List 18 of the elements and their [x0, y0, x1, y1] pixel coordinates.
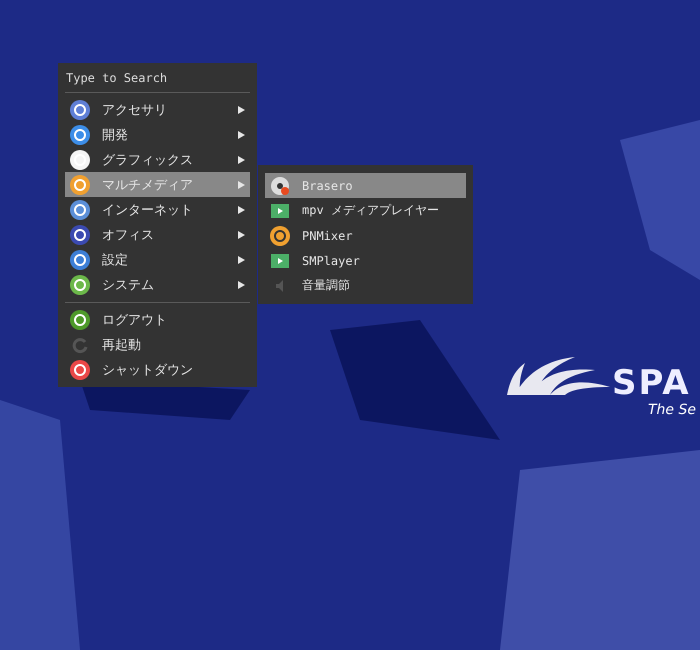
- menu-item[interactable]: PNMixer: [265, 223, 466, 248]
- search-field[interactable]: Type to Search: [65, 68, 250, 88]
- menu-item[interactable]: シャットダウン: [65, 357, 250, 382]
- menu-item[interactable]: 開発: [65, 122, 250, 147]
- tagline-text: The Se: [648, 402, 696, 418]
- menu-item[interactable]: グラフィックス: [65, 147, 250, 172]
- menu-item[interactable]: 設定: [65, 247, 250, 272]
- menu-item[interactable]: mpv メディアプレイヤー: [265, 198, 466, 223]
- menu-item[interactable]: アクセサリ: [65, 97, 250, 122]
- menu-item[interactable]: オフィス: [65, 222, 250, 247]
- menu-item[interactable]: ログアウト: [65, 307, 250, 332]
- menu-item[interactable]: SMPlayer: [265, 248, 466, 273]
- disc-icon: [270, 176, 290, 196]
- logo-text: SPA: [612, 363, 691, 403]
- menu-item[interactable]: 再起動: [65, 332, 250, 357]
- menu-item[interactable]: 音量調節: [265, 273, 466, 298]
- menu-item[interactable]: システム: [65, 272, 250, 297]
- menu-item[interactable]: インターネット: [65, 197, 250, 222]
